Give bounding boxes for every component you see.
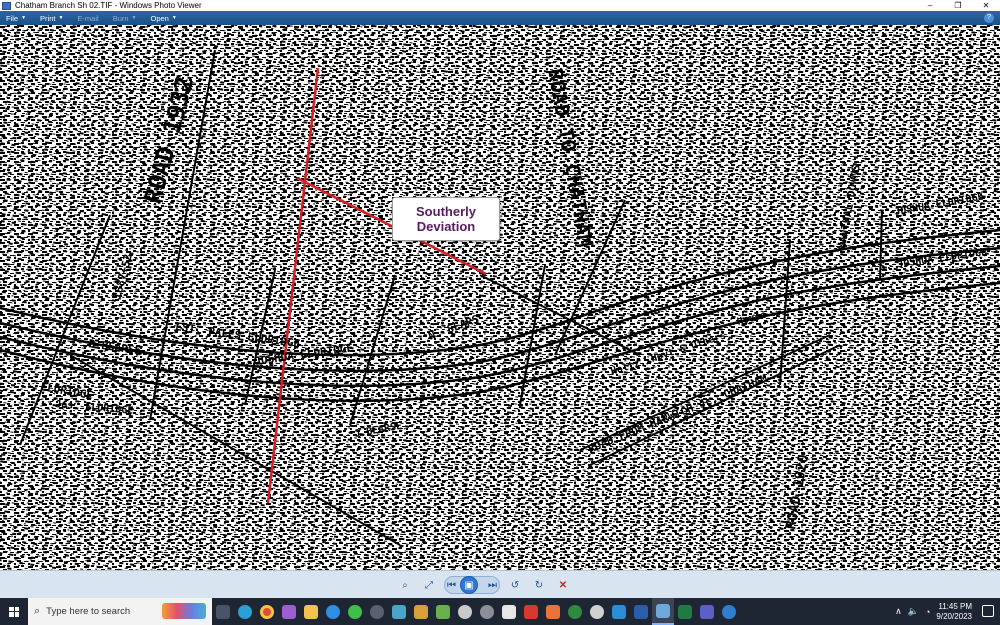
survey-map-image: ROAD 1932 1887+52 B.BEARSE EST. PALES EL… <box>0 25 1000 570</box>
app-icon-green-swirl[interactable] <box>564 598 586 625</box>
window-title: Chatham Branch Sh 02.TIF - Windows Photo… <box>15 1 202 10</box>
menu-file-label: File <box>6 13 19 23</box>
menu-print-label: Print <box>40 13 56 23</box>
fit-icon: ⤢ <box>425 579 433 591</box>
chevron-down-icon: ▼ <box>58 15 64 21</box>
app-icon-gear-round[interactable] <box>454 598 476 625</box>
search-icon: ⌕ <box>34 605 41 617</box>
chevron-down-icon: ▼ <box>21 15 27 21</box>
map-texture-overlay <box>0 25 1000 570</box>
help-icon[interactable]: ? <box>984 13 994 23</box>
photo-viewer-window: Chatham Branch Sh 02.TIF - Windows Photo… <box>0 0 1000 625</box>
chevron-down-icon: ▼ <box>131 15 137 21</box>
show-hidden-icons-icon[interactable]: ∧ <box>895 606 902 617</box>
minimize-button[interactable]: – <box>916 0 944 11</box>
menu-email: E-mail <box>77 14 98 23</box>
menu-toolbar: File ▼ Print ▼ E-mail Burn ▼ Open ▼ ? <box>0 11 1000 25</box>
menu-print[interactable]: Print ▼ <box>40 14 63 23</box>
app-icon-page[interactable] <box>498 598 520 625</box>
image-canvas[interactable]: ROAD 1932 1887+52 B.BEARSE EST. PALES EL… <box>0 25 1000 570</box>
start-button[interactable] <box>0 598 28 625</box>
volume-icon[interactable]: 🔈 <box>908 606 919 617</box>
maximize-button[interactable]: ❐ <box>944 0 972 11</box>
photo-viewer-taskbar-icon[interactable] <box>652 598 674 625</box>
app-icon-orange[interactable] <box>542 598 564 625</box>
excel-icon[interactable] <box>674 598 696 625</box>
app-icon-red[interactable] <box>520 598 542 625</box>
southerly-deviation-callout: Southerly Deviation <box>392 197 500 241</box>
app-icon-terrain[interactable] <box>432 598 454 625</box>
delete-icon: ✕ <box>558 579 568 591</box>
viewer-controls: ⌕ ⤢ ⏮ ▣ ⏭ ↺ ↻ ✕ <box>396 576 606 594</box>
rotate-ccw-icon: ↺ <box>510 579 520 591</box>
menu-burn-label: Burn <box>112 13 129 23</box>
zoom-icon: ⌕ <box>402 579 408 591</box>
actual-size-button[interactable]: ⤢ <box>420 576 438 594</box>
windows-taskbar: ⌕ Type here to search ∧ 🔈 ◔ 11:45 PM 9/2… <box>0 598 1000 625</box>
viewer-controls-bar: ⌕ ⤢ ⏮ ▣ ⏭ ↺ ↻ ✕ <box>0 570 1000 598</box>
menu-file[interactable]: File ▼ <box>6 14 26 23</box>
edge-icon[interactable] <box>234 598 256 625</box>
app-icon-r[interactable] <box>476 598 498 625</box>
zoom-button[interactable]: ⌕ <box>396 576 414 594</box>
system-tray: ∧ 🔈 ◔ 11:45 PM 9/20/2023 <box>895 598 1000 625</box>
network-icon[interactable]: ◔ <box>925 607 930 617</box>
menu-open-label: Open <box>150 13 169 23</box>
notification-icon[interactable] <box>982 605 994 617</box>
search-highlight-icon <box>162 603 206 619</box>
app-icon-tower[interactable] <box>410 598 432 625</box>
clock[interactable]: 11:45 PM 9/20/2023 <box>936 602 972 622</box>
file-explorer-icon[interactable] <box>300 598 322 625</box>
settings-icon[interactable] <box>586 598 608 625</box>
previous-button[interactable]: ⏮ <box>447 580 456 591</box>
slideshow-button[interactable]: ▣ <box>460 576 478 594</box>
clock-date: 9/20/2023 <box>936 611 972 621</box>
app-icon-purple[interactable] <box>278 598 300 625</box>
chrome-icon[interactable] <box>256 598 278 625</box>
rotate-cw-icon: ↻ <box>534 579 544 591</box>
delete-button[interactable]: ✕ <box>554 576 572 594</box>
rotate-counterclockwise-button[interactable]: ↺ <box>506 576 524 594</box>
help-app-icon[interactable] <box>718 598 740 625</box>
close-button[interactable]: ✕ <box>972 0 1000 11</box>
app-icon-blue-triangle[interactable] <box>608 598 630 625</box>
app-icon-dark[interactable] <box>366 598 388 625</box>
windows-logo-icon <box>9 606 19 617</box>
navigation-pill: ⏮ ▣ ⏭ <box>444 576 500 594</box>
teams-icon[interactable] <box>696 598 718 625</box>
chevron-down-icon: ▼ <box>171 15 177 21</box>
window-controls: – ❐ ✕ <box>916 0 1000 11</box>
task-view-icon[interactable] <box>212 598 234 625</box>
callout-line-1: Southerly <box>416 204 476 219</box>
next-button[interactable]: ⏭ <box>488 580 497 591</box>
app-icon-t[interactable] <box>630 598 652 625</box>
app-icon-landscape[interactable] <box>388 598 410 625</box>
app-icon-green[interactable] <box>344 598 366 625</box>
search-placeholder: Type here to search <box>46 606 131 617</box>
taskbar-search[interactable]: ⌕ Type here to search <box>28 598 212 625</box>
rotate-clockwise-button[interactable]: ↻ <box>530 576 548 594</box>
menu-burn: Burn ▼ <box>113 14 137 23</box>
callout-line-2: Deviation <box>416 219 476 234</box>
title-bar: Chatham Branch Sh 02.TIF - Windows Photo… <box>0 0 1000 11</box>
menu-open[interactable]: Open ▼ <box>150 14 176 23</box>
internet-explorer-icon[interactable] <box>322 598 344 625</box>
photo-viewer-app-icon <box>2 1 11 10</box>
clock-time: 11:45 PM <box>938 601 972 611</box>
menu-email-label: E-mail <box>77 13 99 23</box>
